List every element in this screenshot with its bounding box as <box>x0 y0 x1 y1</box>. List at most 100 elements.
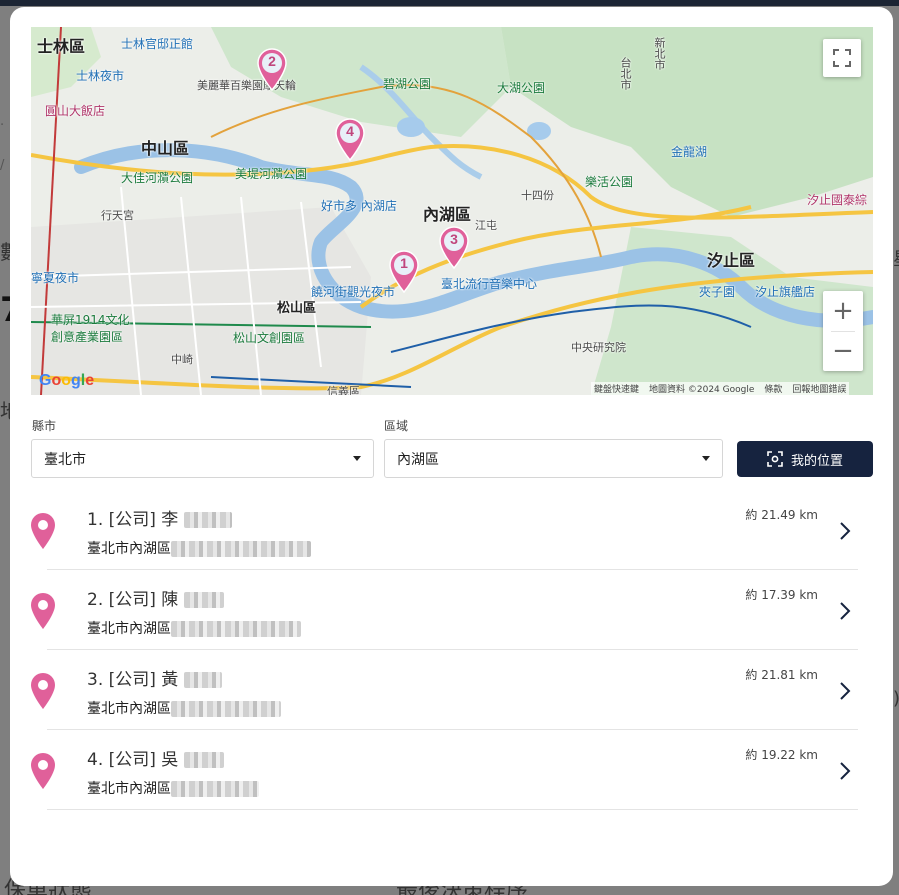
result-item-2[interactable]: 2. [公司] 陳 臺北市內湖區 約 17.39 km <box>25 570 858 650</box>
result-item-1[interactable]: 1. [公司] 李 臺北市內湖區 約 21.49 km <box>25 490 858 570</box>
map[interactable]: 士林區 士林官邸正館 士林夜市 圓山大飯店 中山區 美麗華百樂園摩天輪 大佳河濻… <box>31 27 873 395</box>
location-pin-icon <box>31 753 55 789</box>
map-label-lehuo-park: 樂活公園 <box>585 175 634 189</box>
chevron-right-icon <box>840 682 851 700</box>
result-title-text: 4. [公司] 吳 <box>87 750 179 770</box>
map-label-huashan: 華屏1914文化創意產業園區 <box>51 313 130 344</box>
result-address: 臺北市內湖區 <box>87 698 281 718</box>
city-select[interactable]: 臺北市 <box>31 439 374 478</box>
background-fragment: 星 <box>893 245 899 271</box>
result-address: 臺北市內湖區 <box>87 538 311 558</box>
location-pin-icon <box>31 513 55 549</box>
result-distance: 約 19.22 km <box>745 748 818 762</box>
map-marker-number: 4 <box>346 123 354 139</box>
result-address: 臺北市內湖區 <box>87 618 301 638</box>
result-title: 2. [公司] 陳 <box>87 585 224 610</box>
redacted-address <box>171 541 311 557</box>
map-label-jiaziyuan: 夾子園 <box>699 285 736 299</box>
result-distance: 約 21.49 km <box>745 508 818 522</box>
zoom-out-button[interactable]: − <box>823 331 863 371</box>
redacted-name <box>183 592 224 608</box>
redacted-address <box>171 781 259 797</box>
location-pin-icon <box>31 673 55 709</box>
map-marker-number: 3 <box>450 231 458 247</box>
fullscreen-icon <box>833 49 851 67</box>
map-label-xingtian: 行天宮 <box>101 209 134 222</box>
map-label-xizhi-hospital: 汐止國泰綜 <box>807 193 868 207</box>
result-title: 3. [公司] 黃 <box>87 665 222 690</box>
map-label-songshan: 松山區 <box>277 301 317 316</box>
district-label: 區域 <box>384 419 409 433</box>
city-select-value: 臺北市 <box>44 451 86 468</box>
map-label-dahu-park: 大湖公園 <box>497 81 546 95</box>
map-label-xizhi: 汐止區 <box>707 251 756 270</box>
map-label-music-center: 臺北流行音樂中心 <box>441 277 538 291</box>
result-distance: 約 17.39 km <box>745 588 818 602</box>
result-title-text: 3. [公司] 黃 <box>87 670 179 690</box>
redacted-name <box>183 672 222 688</box>
map-data-credit: 地圖資料 ©2024 Google <box>649 385 755 395</box>
map-marker-1[interactable]: 1 <box>387 249 421 294</box>
result-address-text: 臺北市內湖區 <box>87 701 171 717</box>
map-label-raohe: 饒河街觀光夜市 <box>311 285 396 299</box>
chevron-right-icon <box>840 762 851 780</box>
map-label-grand-hotel: 圓山大飯店 <box>45 104 106 118</box>
map-marker-number: 2 <box>268 53 276 69</box>
map-label-xizhi-flagship: 汐止旗艦店 <box>755 285 816 299</box>
caret-down-icon <box>353 456 361 461</box>
redacted-address <box>171 621 301 637</box>
map-label-neihu: 內湖區 <box>423 205 472 224</box>
map-label-shisifen: 十四份 <box>521 189 554 202</box>
map-label-jiangcuo: 江屯 <box>475 219 497 232</box>
fullscreen-button[interactable] <box>823 39 861 77</box>
result-distance: 約 21.81 km <box>745 668 818 682</box>
map-marker-4[interactable]: 4 <box>333 117 367 162</box>
my-location-button[interactable]: 我的位置 <box>737 441 873 477</box>
map-label-shilin-residence: 士林官邸正館 <box>121 37 194 51</box>
result-address: 臺北市內湖區 <box>87 778 259 798</box>
map-label-songshan-cultural: 松山文創園區 <box>233 331 306 345</box>
map-label-zhongshan: 中山區 <box>141 139 190 158</box>
zoom-control: + − <box>823 291 863 371</box>
report-error-link[interactable]: 回報地圖錯誤 <box>792 382 846 395</box>
background-top-bar <box>0 0 899 6</box>
locate-icon <box>767 451 783 467</box>
result-title: 4. [公司] 吳 <box>87 745 224 770</box>
map-label-xinyi: 信義區 <box>327 385 360 395</box>
city-label: 縣市 <box>32 419 57 433</box>
map-label-bihu-park: 碧湖公園 <box>383 77 432 91</box>
map-label-costco: 好市多 內湖店 <box>321 199 397 213</box>
my-location-label: 我的位置 <box>790 453 843 469</box>
result-address-text: 臺北市內湖區 <box>87 781 171 797</box>
map-label-shilin-market: 士林夜市 <box>76 69 125 83</box>
location-pin-icon <box>31 593 55 629</box>
background-fragment: ) <box>893 688 899 709</box>
map-marker-3[interactable]: 3 <box>437 225 471 270</box>
list-divider <box>47 809 858 810</box>
google-logo: Google <box>39 372 95 389</box>
result-title-text: 2. [公司] 陳 <box>87 590 179 610</box>
result-item-3[interactable]: 3. [公司] 黃 臺北市內湖區 約 21.81 km <box>25 650 858 730</box>
redacted-name <box>183 512 232 528</box>
map-label-shilin: 士林區 <box>37 37 86 56</box>
result-title-text: 1. [公司] 李 <box>87 510 179 530</box>
chevron-right-icon <box>840 602 851 620</box>
caret-down-icon <box>702 456 710 461</box>
map-label-meiti-park: 美堤河濻公園 <box>235 167 308 181</box>
zoom-in-button[interactable]: + <box>823 291 863 331</box>
result-item-4[interactable]: 4. [公司] 吳 臺北市內湖區 約 19.22 km <box>25 730 858 810</box>
terms-link[interactable]: 條款 <box>764 382 782 395</box>
district-select-value: 內湖區 <box>397 451 439 468</box>
district-select[interactable]: 內湖區 <box>384 439 723 478</box>
map-label-new-taipei: 新北市 <box>653 37 666 70</box>
map-label-academia-sinica: 中央研究院 <box>571 341 626 354</box>
map-attribution: 鍵盤快速鍵 地圖資料 ©2024 Google 條款 回報地圖錯誤 <box>591 382 850 395</box>
result-address-text: 臺北市內湖區 <box>87 621 171 637</box>
map-label-jinlong-lake: 金龍湖 <box>671 145 708 159</box>
map-marker-2[interactable]: 2 <box>255 47 289 92</box>
keyboard-shortcuts-link[interactable]: 鍵盤快速鍵 <box>594 382 639 395</box>
result-title: 1. [公司] 李 <box>87 505 232 530</box>
map-label-taipei: 台北市 <box>619 57 632 90</box>
result-address-text: 臺北市內湖區 <box>87 541 171 557</box>
redacted-name <box>183 752 224 768</box>
